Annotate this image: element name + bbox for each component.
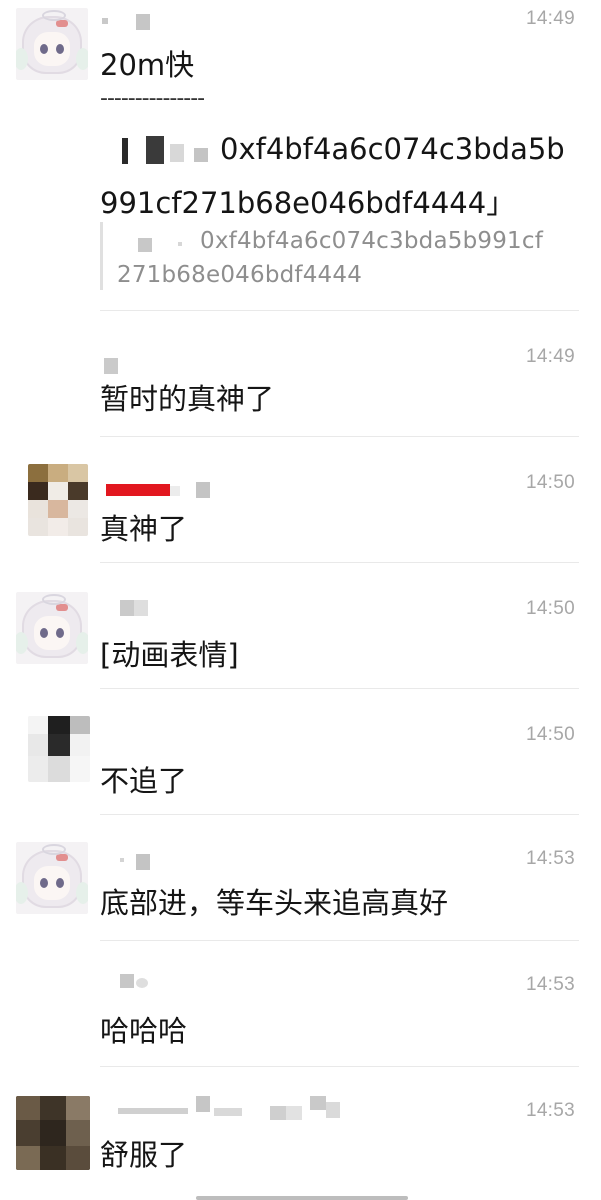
redacted-name <box>170 144 184 162</box>
sender-name <box>100 974 160 990</box>
message-text: 暂时的真神了 <box>100 382 275 416</box>
user-avatar[interactable] <box>28 464 88 536</box>
message-time: 14:50 <box>525 724 575 745</box>
message-text: 舒服了 <box>100 1138 188 1172</box>
sender-name <box>100 1096 370 1120</box>
redacted-name <box>122 138 128 164</box>
sender-name <box>100 854 160 870</box>
quote-bar <box>100 222 103 290</box>
message-time: 14:49 <box>525 8 575 29</box>
message-divider <box>100 688 579 689</box>
message-divider <box>100 436 579 437</box>
message-text: [动画表情] <box>100 638 239 672</box>
chat-message[interactable]: 14:50 不追了 <box>0 690 601 816</box>
message-text: 不追了 <box>100 764 188 798</box>
quoted-text-line1: 0xf4bf4a6c074c3bda5b991cf <box>200 228 544 254</box>
message-divider <box>100 562 579 563</box>
reply-separator: --------------- <box>100 86 205 111</box>
message-text: 20m快 <box>100 48 195 82</box>
message-text: 底部进，等车头来追高真好 <box>100 886 449 920</box>
user-avatar[interactable] <box>28 716 90 782</box>
message-time: 14:53 <box>525 974 575 995</box>
chat-message[interactable]: 14:49 20m快 --------------- 0xf4bf4a6c074… <box>0 0 601 312</box>
message-time: 14:50 <box>525 472 575 493</box>
message-text: 真神了 <box>100 512 188 546</box>
chat-message[interactable]: 14:53 哈哈哈 <box>0 942 601 1068</box>
user-avatar[interactable] <box>16 1096 90 1170</box>
message-time: 14:53 <box>525 1100 575 1121</box>
redacted-name <box>178 242 182 246</box>
redacted-name <box>194 148 208 162</box>
chat-message[interactable]: 14:50 [动画表情] <box>0 564 601 690</box>
chat-message[interactable]: 14:49 暂时的真神了 <box>0 312 601 438</box>
user-avatar[interactable] <box>16 8 88 80</box>
sender-name <box>100 600 160 616</box>
user-avatar[interactable] <box>16 592 88 664</box>
message-time: 14:50 <box>525 598 575 619</box>
user-avatar[interactable] <box>16 842 88 914</box>
message-text: 哈哈哈 <box>100 1014 188 1048</box>
reply-id-line1: 0xf4bf4a6c074c3bda5b <box>220 132 565 166</box>
chat-message[interactable]: 14:53 舒服了 <box>0 1068 601 1200</box>
redacted-name <box>138 238 152 252</box>
chat-message[interactable]: 14:53 底部进，等车头来追高真好 <box>0 816 601 942</box>
message-divider <box>100 814 579 815</box>
reply-id-line2: 991cf271b68e046bdf4444」 <box>100 186 516 220</box>
redacted-name <box>146 136 164 164</box>
quoted-text-line2: 271b68e046bdf4444 <box>117 262 363 288</box>
home-indicator[interactable] <box>196 1196 408 1200</box>
message-divider <box>100 940 579 941</box>
message-time: 14:49 <box>525 346 575 367</box>
sender-name <box>100 482 220 498</box>
sender-name <box>100 358 130 374</box>
message-divider <box>100 1066 579 1067</box>
chat-message[interactable]: 14:50 真神了 <box>0 438 601 564</box>
sender-name <box>100 14 160 30</box>
message-time: 14:53 <box>525 848 575 869</box>
message-divider <box>100 310 579 311</box>
